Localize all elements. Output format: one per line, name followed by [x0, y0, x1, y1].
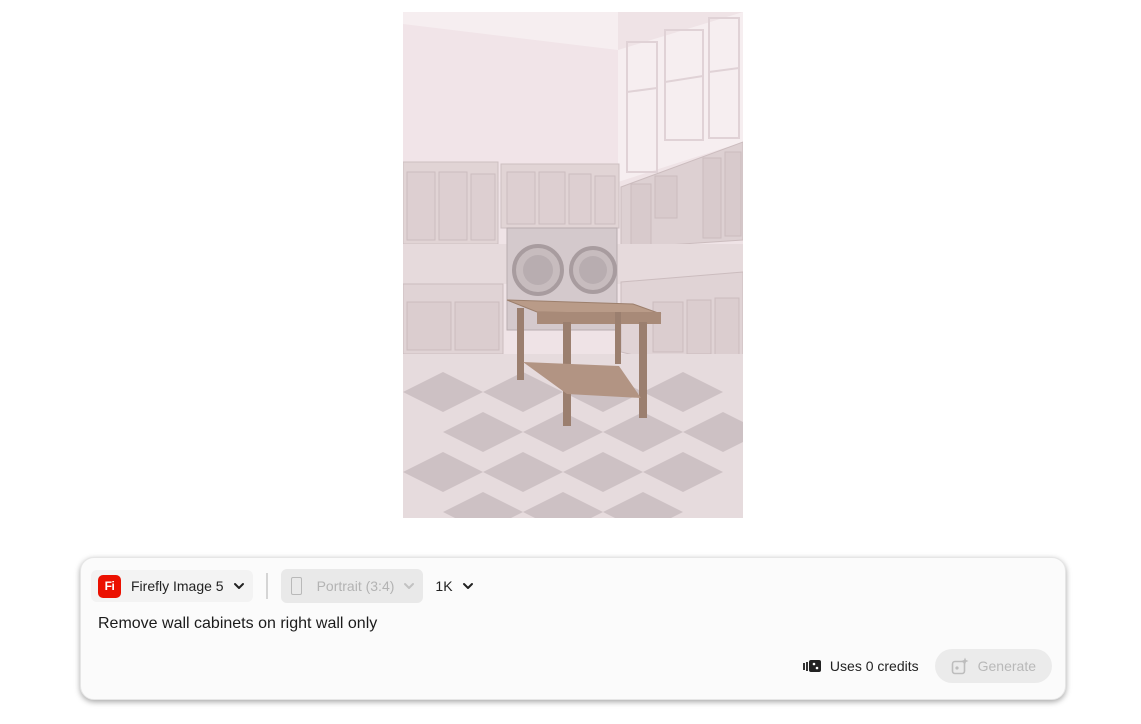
firefly-logo-icon: Fi — [98, 574, 121, 598]
prompt-footer: Uses 0 credits Generate — [802, 649, 1052, 683]
model-picker[interactable]: Fi Firefly Image 5 — [91, 570, 253, 602]
credits-icon — [802, 660, 821, 672]
generate-button[interactable]: Generate — [934, 649, 1052, 683]
generate-label: Generate — [977, 658, 1036, 674]
laundry-room-image — [403, 12, 743, 518]
resolution-picker[interactable]: 1K — [423, 570, 479, 602]
chevron-down-icon — [462, 583, 473, 589]
generated-image-preview[interactable] — [403, 12, 743, 518]
aspect-ratio-label: Portrait (3:4) — [316, 578, 395, 594]
prompt-panel: Fi Firefly Image 5 Portrait (3:4) 1K Rem… — [80, 557, 1066, 700]
chevron-down-icon — [404, 583, 415, 589]
model-label: Firefly Image 5 — [131, 578, 224, 594]
toolbar-divider — [265, 573, 268, 599]
prompt-input[interactable]: Remove wall cabinets on right wall only — [98, 615, 998, 633]
chevron-down-icon — [233, 583, 244, 589]
credits-info: Uses 0 credits — [802, 658, 919, 674]
credits-label: Uses 0 credits — [829, 658, 919, 674]
canvas-area — [0, 0, 1141, 540]
portrait-frame-icon — [290, 577, 302, 595]
prompt-toolbar: Fi Firefly Image 5 Portrait (3:4) 1K — [91, 569, 480, 603]
generate-sparkle-icon — [951, 657, 969, 675]
aspect-ratio-picker[interactable]: Portrait (3:4) — [280, 569, 424, 603]
resolution-label: 1K — [435, 578, 453, 594]
